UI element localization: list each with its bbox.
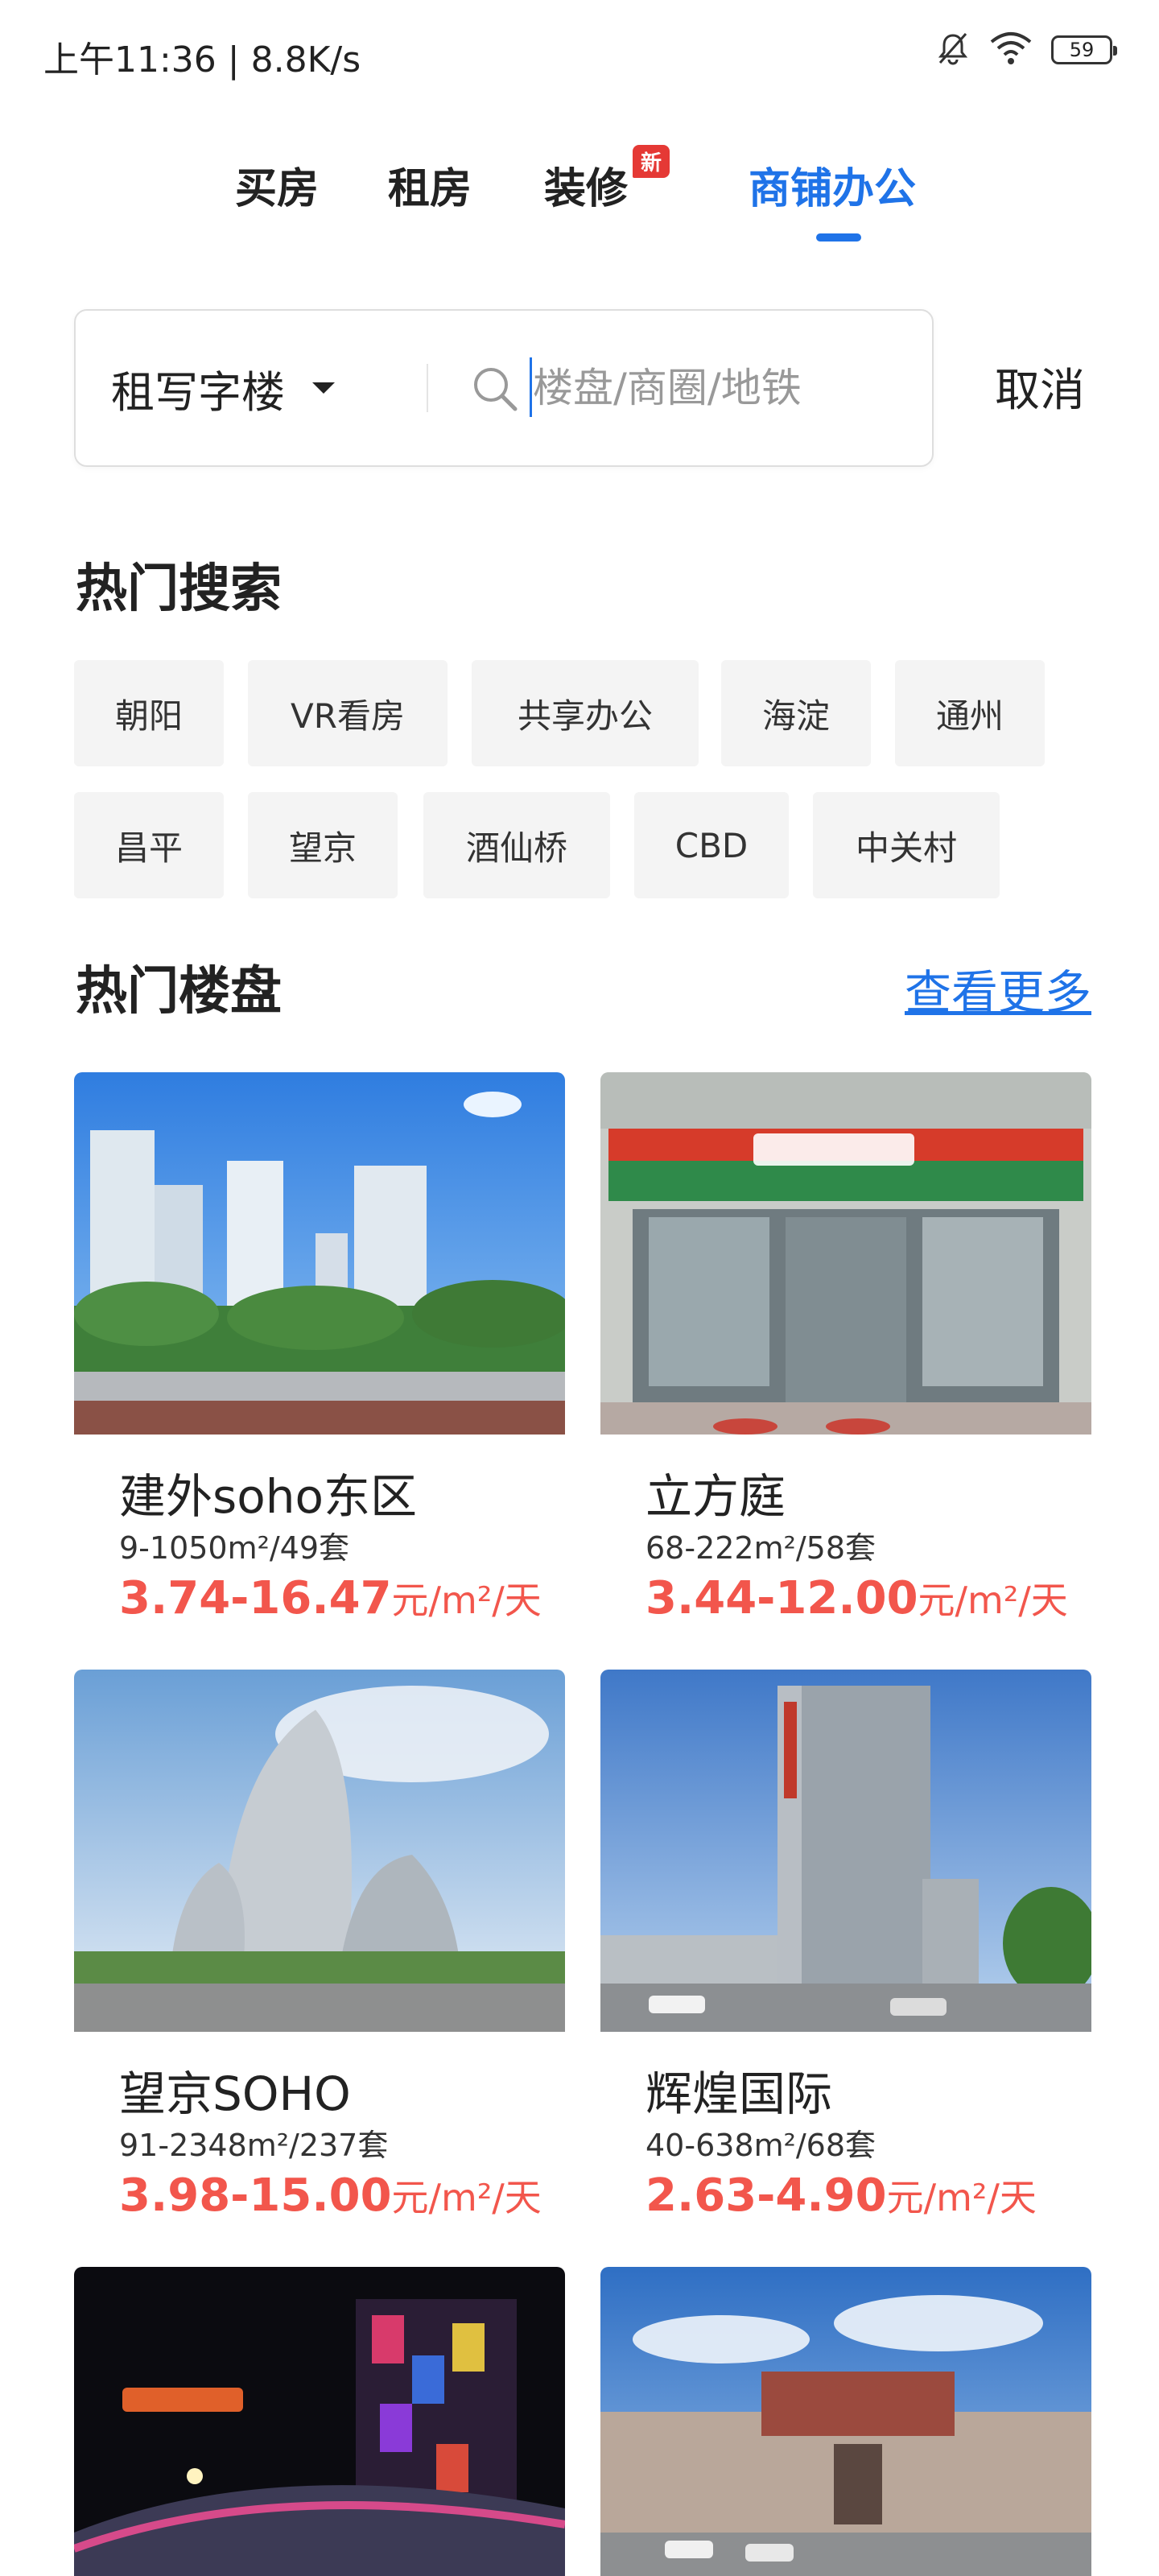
hot-search-chip[interactable]: 朝阳: [74, 660, 224, 766]
cancel-button[interactable]: 取消: [995, 354, 1085, 419]
caret-down-icon: [312, 382, 335, 394]
building-price: 3.98-15.00元/m²/天: [119, 2169, 542, 2222]
mute-bell-icon: [935, 31, 971, 69]
building-price: 3.74-16.47元/m²/天: [119, 1571, 542, 1624]
building-card[interactable]: 望京SOHO 91-2348m²/237套 3.98-15.00元/m²/天: [74, 1670, 565, 2249]
building-name: 望京SOHO: [119, 2066, 351, 2121]
building-area: 91-2348m²/237套: [119, 2128, 389, 2163]
building-photo: [600, 2267, 1091, 2576]
search-divider: [427, 364, 428, 412]
building-price: 2.63-4.90元/m²/天: [645, 2169, 1037, 2222]
building-card[interactable]: 辉煌国际 40-638m²/68套 2.63-4.90元/m²/天: [600, 1670, 1091, 2249]
text-cursor: [530, 357, 532, 417]
hot-search-chip[interactable]: CBD: [634, 792, 789, 898]
property-type-label: 租写字楼: [111, 366, 285, 418]
active-tab-indicator: [816, 233, 861, 242]
new-badge: 新: [633, 145, 670, 178]
search-input[interactable]: [533, 311, 887, 465]
building-area: 68-222m²/58套: [645, 1530, 876, 1566]
price-unit: 元/m²/天: [918, 1579, 1068, 1622]
building-photo: [600, 1670, 1091, 2032]
search-icon: [470, 364, 520, 417]
building-name: 辉煌国际: [645, 2066, 833, 2121]
building-photo: [600, 1072, 1091, 1435]
hot-search-chip[interactable]: VR看房: [248, 660, 448, 766]
property-type-dropdown[interactable]: 租写字楼: [111, 311, 335, 465]
battery-icon: 59: [1051, 35, 1117, 64]
building-area: 9-1050m²/49套: [119, 1530, 350, 1566]
price-range: 3.74-16.47: [119, 1572, 392, 1624]
building-photo: [74, 1072, 565, 1435]
price-range: 3.98-15.00: [119, 2169, 392, 2222]
view-more-link[interactable]: 查看更多: [905, 955, 1091, 1022]
status-icons: 59: [935, 31, 1117, 69]
search-bar: 租写字楼: [74, 309, 934, 467]
building-name: 立方庭: [645, 1469, 786, 1524]
building-name: 建外soho东区: [119, 1469, 417, 1524]
top-tab-bar: 买房 租房 装修 新 商铺办公: [0, 145, 1159, 251]
building-price: 3.44-12.00元/m²/天: [645, 1571, 1068, 1624]
hot-search-chip[interactable]: 酒仙桥: [423, 792, 610, 898]
building-card[interactable]: 立方庭 68-222m²/58套 3.44-12.00元/m²/天: [600, 1072, 1091, 1652]
hot-buildings-title: 热门楼盘: [76, 962, 282, 1022]
tab-buy[interactable]: 买房: [235, 155, 319, 215]
hot-search-chip[interactable]: 望京: [248, 792, 398, 898]
tab-rent[interactable]: 租房: [388, 155, 472, 215]
price-unit: 元/m²/天: [391, 1579, 542, 1622]
hot-search-chip[interactable]: 昌平: [74, 792, 224, 898]
hot-search-title: 热门搜索: [76, 559, 282, 619]
wifi-icon: [988, 31, 1033, 69]
tab-shop-office[interactable]: 商铺办公: [749, 155, 916, 215]
price-range: 2.63-4.90: [645, 2169, 887, 2222]
battery-level: 59: [1069, 39, 1095, 61]
price-unit: 元/m²/天: [391, 2176, 542, 2219]
hot-search-chip[interactable]: 共享办公: [472, 660, 699, 766]
building-card[interactable]: [600, 2267, 1091, 2576]
building-card[interactable]: [74, 2267, 565, 2576]
price-unit: 元/m²/天: [886, 2176, 1037, 2219]
hot-search-chip[interactable]: 海淀: [721, 660, 871, 766]
status-time: 上午11:36 | 8.8K/s: [43, 39, 361, 80]
price-range: 3.44-12.00: [645, 1572, 918, 1624]
building-area: 40-638m²/68套: [645, 2128, 876, 2163]
hot-search-chip[interactable]: 通州: [895, 660, 1045, 766]
building-card[interactable]: 建外soho东区 9-1050m²/49套 3.74-16.47元/m²/天: [74, 1072, 565, 1652]
tab-decoration[interactable]: 装修: [544, 155, 628, 215]
building-photo: [74, 2267, 565, 2576]
hot-search-chip[interactable]: 中关村: [813, 792, 1000, 898]
building-photo: [74, 1670, 565, 2032]
